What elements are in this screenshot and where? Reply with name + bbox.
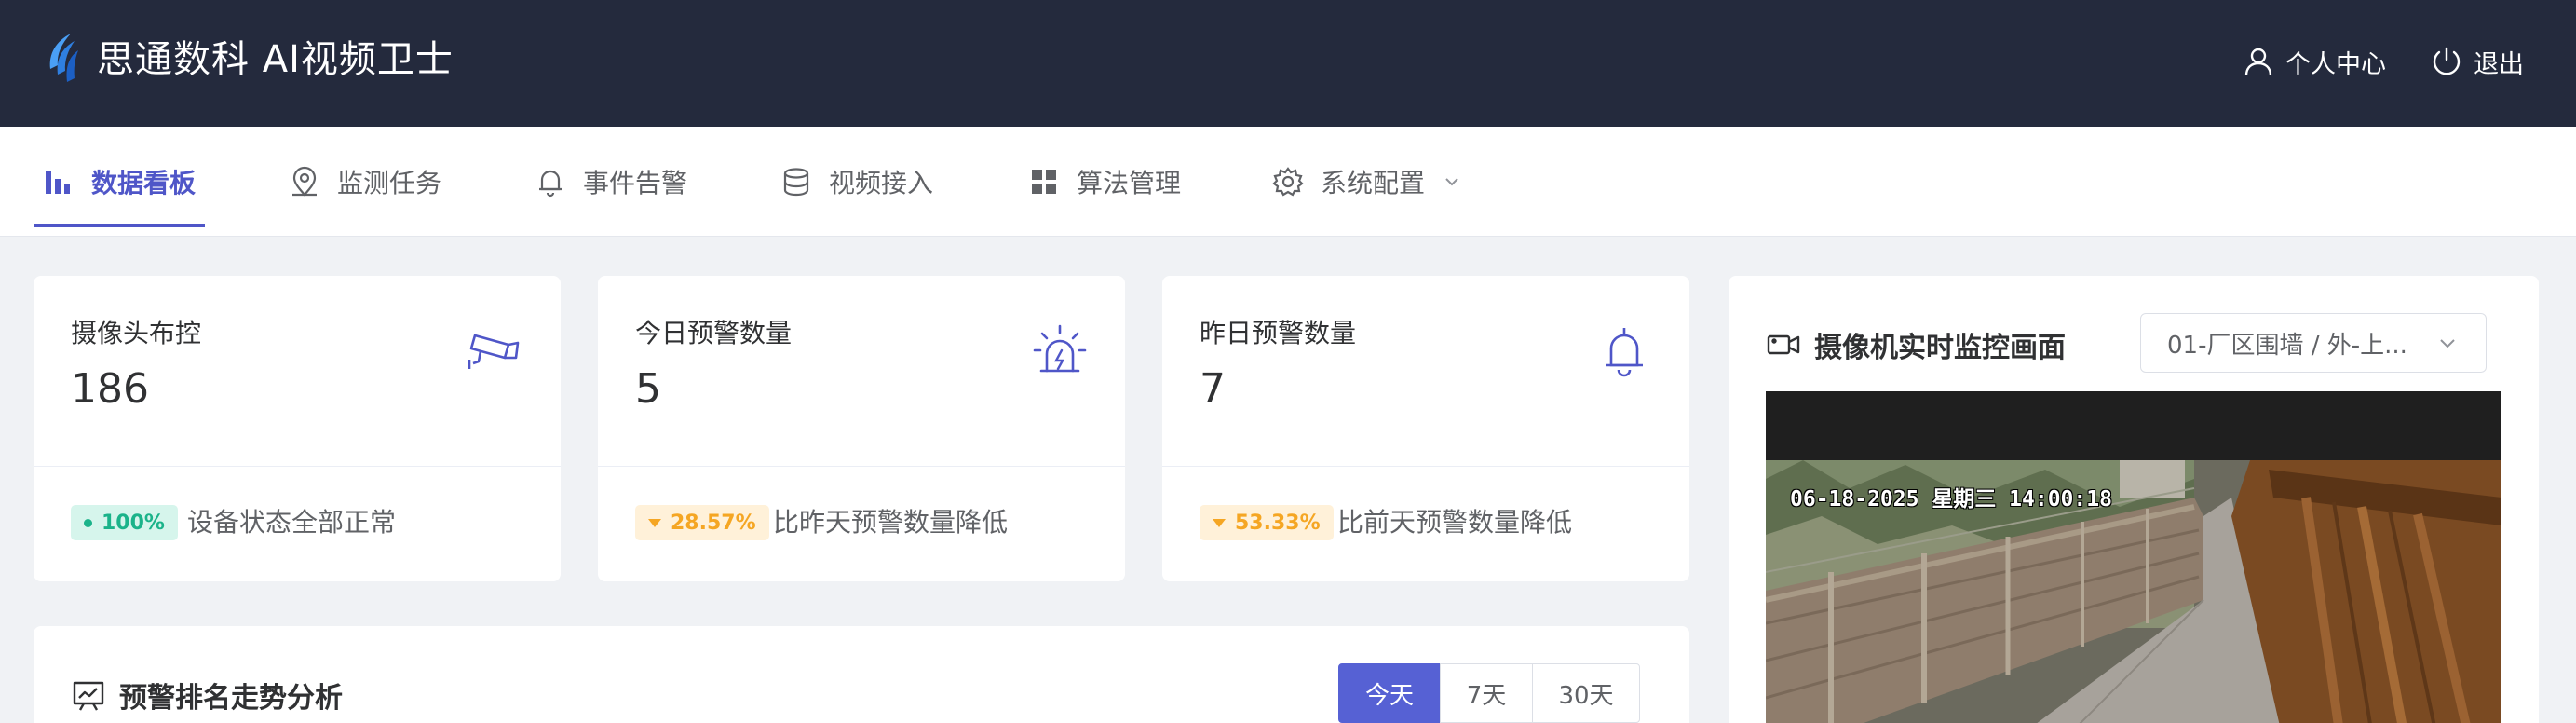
logo-icon: [49, 34, 78, 82]
logout-button[interactable]: 退出: [2431, 41, 2524, 82]
alarm-light-icon: [1033, 324, 1087, 373]
stat-note: 比昨天预警数量降低: [773, 507, 1009, 538]
trend-badge: 53.33%: [1200, 505, 1334, 540]
database-icon: [783, 168, 809, 197]
nav-item-dashboard[interactable]: 数据看板: [43, 127, 196, 237]
stat-value: 186: [71, 365, 149, 413]
card-divider: [34, 466, 561, 467]
bell-icon: [1606, 328, 1643, 377]
logout-label: 退出: [2474, 49, 2524, 79]
stat-label: 今日预警数量: [635, 318, 793, 348]
stat-note: 设备状态全部正常: [187, 507, 397, 538]
app-title: 思通数科 AI视频卫士: [97, 38, 454, 81]
presentation-chart-icon: [73, 681, 104, 711]
nav-item-monitor-tasks[interactable]: 监测任务: [289, 127, 441, 237]
stat-card-cameras: 摄像头布控 186 100% 设备状态全部正常: [34, 276, 561, 581]
stat-value: 7: [1200, 365, 1226, 413]
location-pin-icon: [292, 166, 317, 197]
active-tab-indicator: [34, 224, 205, 227]
camera-timestamp-overlay: 06-18-2025 星期三 14:00:18: [1790, 487, 2112, 512]
nav-item-algorithm-management[interactable]: 算法管理: [1028, 127, 1181, 237]
top-header: 思通数科 AI视频卫士 个人中心 退出: [0, 0, 2576, 127]
bar-chart-icon: [46, 171, 70, 194]
range-today-button[interactable]: 今天: [1338, 663, 1441, 723]
camera-select[interactable]: 01-厂区围墙 / 外-上...: [2140, 313, 2487, 373]
nav-item-label: 视频接入: [829, 168, 934, 198]
card-divider: [598, 466, 1125, 467]
main-nav: 数据看板 监测任务 事件告警 视频接入 算法管理 系统配置: [0, 127, 2576, 237]
stat-card-yesterday-alerts: 昨日预警数量 7 53.33% 比前天预警数量降低: [1162, 276, 1689, 581]
nav-item-label: 事件告警: [583, 168, 688, 198]
range-30days-button[interactable]: 30天: [1532, 663, 1640, 723]
nav-item-label: 系统配置: [1321, 168, 1426, 198]
stat-label: 昨日预警数量: [1200, 318, 1357, 348]
stat-card-today-alerts: 今日预警数量 5 28.57% 比昨天预警数量降低: [598, 276, 1125, 581]
nav-item-video-access[interactable]: 视频接入: [780, 127, 933, 237]
grid-icon: [1032, 170, 1056, 194]
trend-analysis-card: 预警排名走势分析 今天 7天 30天: [34, 626, 1689, 723]
nav-item-system-config[interactable]: 系统配置: [1272, 127, 1462, 237]
camera-icon: [468, 334, 520, 369]
camera-select-value: 01-厂区围墙 / 外-上...: [2167, 331, 2407, 360]
nav-item-event-alerts[interactable]: 事件告警: [535, 127, 687, 237]
gear-icon: [1272, 167, 1304, 197]
camera-live-card: 摄像机实时监控画面 01-厂区围墙 / 外-上... 06-18-2025 星期…: [1729, 276, 2539, 723]
stat-label: 摄像头布控: [71, 318, 202, 348]
profile-button[interactable]: 个人中心: [2243, 41, 2386, 82]
nav-item-label: 数据看板: [91, 168, 197, 198]
trend-title: 预警排名走势分析: [71, 675, 343, 716]
nav-item-label: 算法管理: [1077, 168, 1182, 198]
power-icon: [2433, 47, 2461, 75]
user-icon: [2244, 48, 2272, 76]
stat-value: 5: [635, 365, 661, 413]
stat-note: 比前天预警数量降低: [1337, 507, 1573, 538]
nav-item-label: 监测任务: [337, 168, 442, 198]
time-range-toggle: 今天 7天 30天: [1338, 663, 1640, 723]
range-7days-button[interactable]: 7天: [1440, 663, 1533, 723]
chevron-down-icon: [1445, 178, 1458, 186]
status-badge: 100%: [71, 505, 178, 540]
chevron-down-icon: [2440, 339, 2455, 348]
card-divider: [1162, 466, 1689, 467]
camera-title: 摄像机实时监控画面: [1766, 324, 2066, 365]
video-camera-icon: [1767, 334, 1800, 355]
bell-icon: [539, 170, 562, 198]
trend-badge: 28.57%: [635, 505, 769, 540]
live-video-feed[interactable]: 06-18-2025 星期三 14:00:18: [1766, 391, 2501, 723]
profile-label: 个人中心: [2285, 49, 2386, 79]
